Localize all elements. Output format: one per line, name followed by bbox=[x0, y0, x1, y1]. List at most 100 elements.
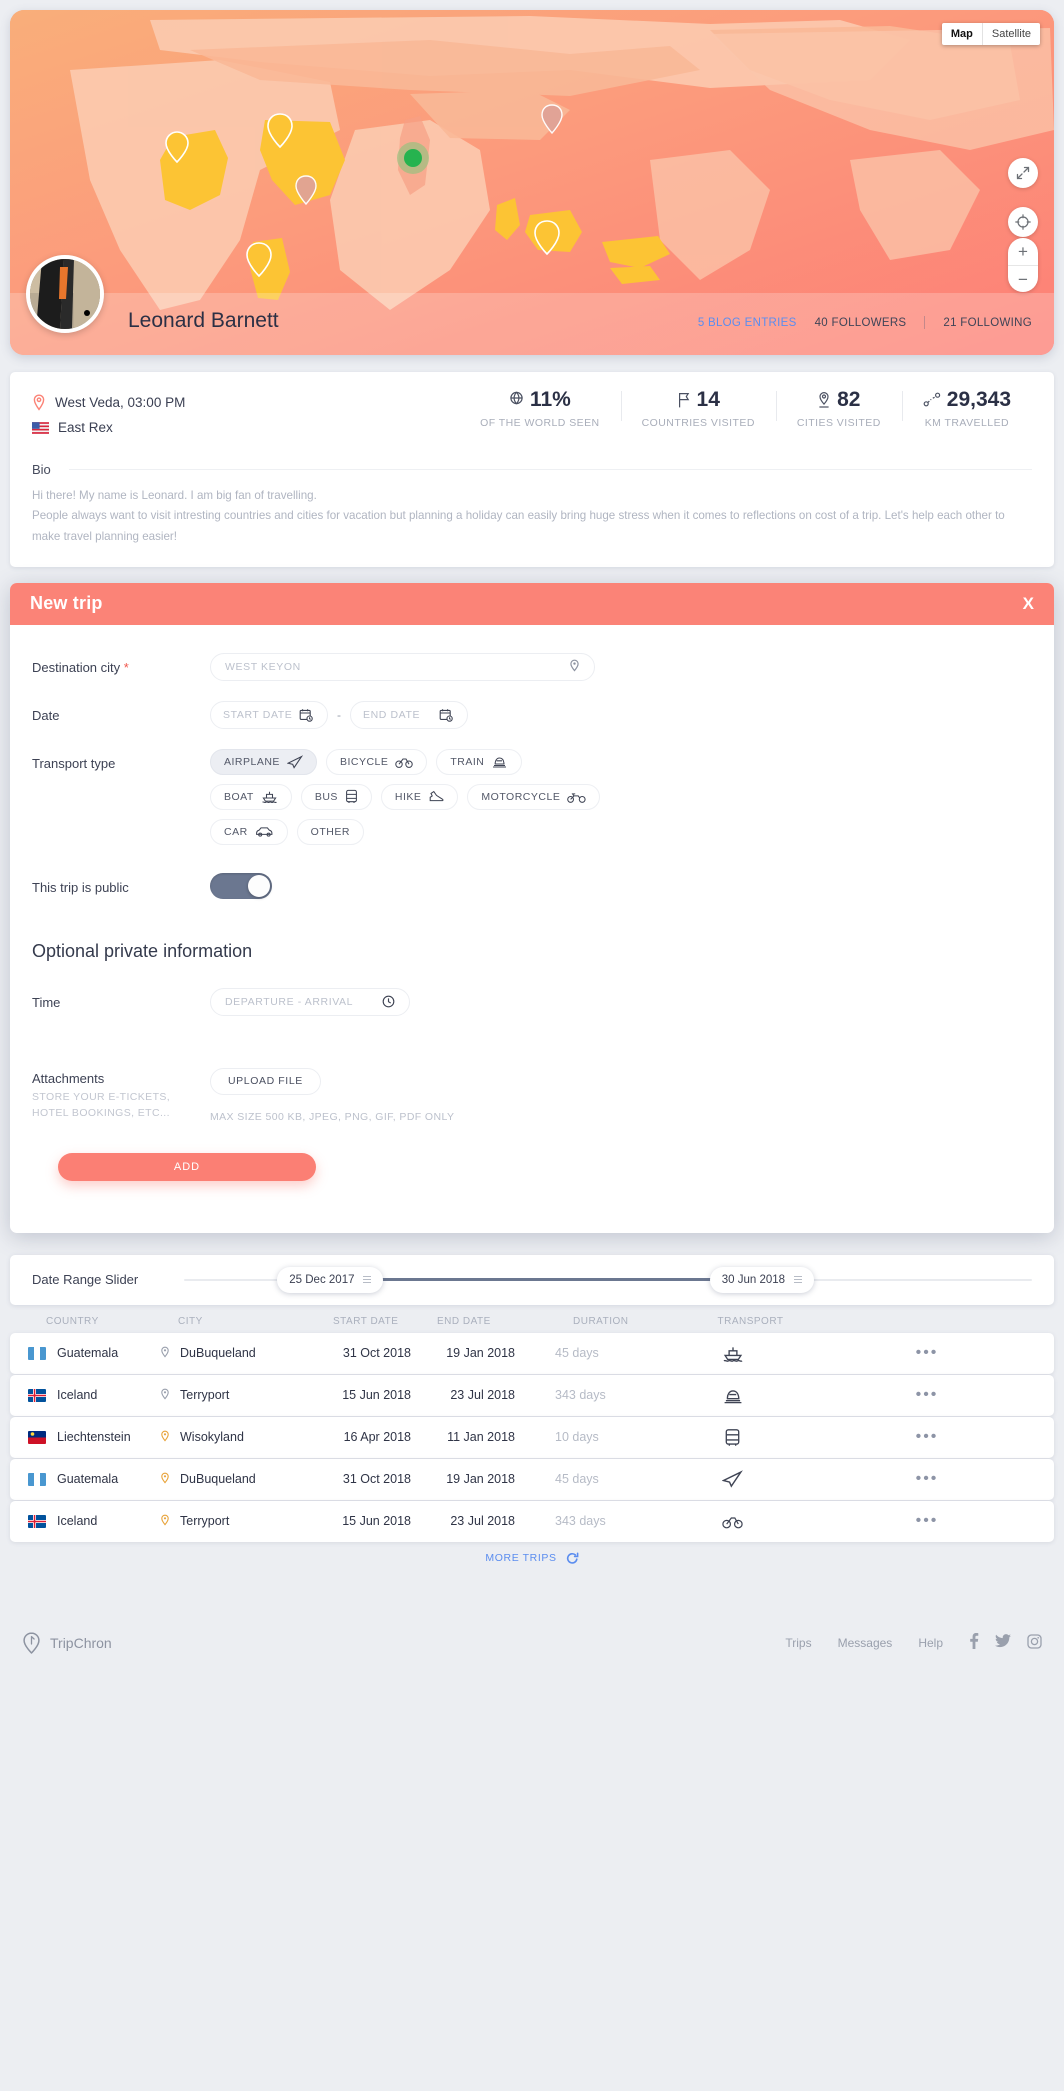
city-pin-icon bbox=[161, 1430, 169, 1442]
attachments-label: Attachments bbox=[32, 1070, 105, 1086]
end-date-input[interactable]: END DATE bbox=[350, 700, 468, 729]
chip-label: BICYCLE bbox=[339, 755, 389, 768]
cell-country: Guatemala bbox=[10, 1472, 160, 1486]
cell-start-date: 31 Oct 2018 bbox=[342, 1346, 411, 1361]
add-button[interactable]: ADD bbox=[58, 1152, 316, 1181]
cell-duration: 343 days bbox=[555, 1514, 606, 1529]
transport-chip-bicycle[interactable]: BICYCLE bbox=[325, 748, 428, 775]
start-date-input[interactable]: START DATE bbox=[210, 700, 328, 729]
twitter-icon[interactable] bbox=[995, 1634, 1011, 1651]
map-pin-logo-icon bbox=[23, 1632, 40, 1654]
brand[interactable]: TripChron bbox=[22, 1632, 112, 1654]
map-zoom-controls[interactable]: + − bbox=[1008, 238, 1038, 292]
column-city: CITY bbox=[178, 1315, 203, 1327]
cell-duration: 10 days bbox=[555, 1430, 599, 1445]
slider-handle-end[interactable]: 30 Jun 2018 bbox=[709, 1266, 815, 1293]
transport-chip-car[interactable]: CAR bbox=[210, 818, 288, 845]
avatar[interactable] bbox=[26, 255, 104, 333]
stat-label: OF THE WORLD SEEN bbox=[480, 417, 600, 430]
footer-link-help[interactable]: Help bbox=[918, 1636, 943, 1650]
time-label: Time bbox=[32, 994, 61, 1010]
followers-link[interactable]: 40 FOLLOWERS bbox=[815, 317, 907, 329]
table-row[interactable]: Liechtenstein Wisokyland 16 Apr 2018 11 … bbox=[10, 1416, 1054, 1458]
table-row[interactable]: Iceland Terryport 15 Jun 2018 23 Jul 201… bbox=[10, 1500, 1054, 1542]
upload-file-button[interactable]: UPLOAD FILE bbox=[210, 1067, 321, 1095]
cell-start-date: 15 Jun 2018 bbox=[342, 1388, 411, 1403]
location-block: West Veda, 03:00 PM East Rex bbox=[32, 388, 362, 444]
facebook-icon[interactable] bbox=[969, 1633, 979, 1652]
stat-label: COUNTRIES VISITED bbox=[641, 417, 755, 430]
cell-city: DuBuqueland bbox=[160, 1472, 315, 1486]
map-locate-icon[interactable] bbox=[1008, 207, 1038, 237]
grip-icon bbox=[794, 1276, 803, 1284]
transport-chip-hike[interactable]: HIKE bbox=[380, 783, 459, 810]
row-more-button[interactable]: ••• bbox=[800, 1386, 1054, 1404]
cell-end-date: 23 Jul 2018 bbox=[450, 1388, 515, 1403]
transport-chip-other[interactable]: OTHER bbox=[296, 818, 364, 845]
public-toggle-row: This trip is public bbox=[32, 872, 1032, 899]
optional-section-title: Optional private information bbox=[32, 940, 253, 961]
location-pin-icon bbox=[33, 394, 45, 411]
map-expand-icon[interactable] bbox=[1008, 158, 1038, 188]
flag-icon bbox=[678, 393, 689, 408]
blog-entries-link[interactable]: 5 BLOG ENTRIES bbox=[698, 317, 797, 329]
flag-iceland-icon bbox=[28, 1514, 46, 1528]
map-zoom-out-button[interactable]: − bbox=[1008, 265, 1038, 292]
row-more-button[interactable]: ••• bbox=[800, 1512, 1054, 1530]
new-trip-modal: New trip X Destination city * WEST KEYON bbox=[10, 582, 1054, 1233]
flag-liechtenstein-icon bbox=[28, 1430, 46, 1444]
time-row: Time DEPARTURE - ARRIVAL bbox=[32, 987, 1032, 1016]
transport-chip-bus[interactable]: BUS bbox=[300, 783, 372, 810]
time-input[interactable]: DEPARTURE - ARRIVAL bbox=[210, 987, 410, 1016]
start-date-placeholder: START DATE bbox=[223, 708, 293, 721]
footer-link-messages[interactable]: Messages bbox=[838, 1636, 893, 1650]
chip-label: TRAIN bbox=[450, 755, 485, 768]
destination-pin-icon[interactable] bbox=[569, 659, 580, 674]
table-row[interactable]: Iceland Terryport 15 Jun 2018 23 Jul 201… bbox=[10, 1374, 1054, 1416]
following-link[interactable]: 21 FOLLOWING bbox=[943, 317, 1032, 329]
transport-chip-airplane[interactable]: AIRPLANE bbox=[210, 748, 317, 775]
table-row[interactable]: Guatemala DuBuqueland 31 Oct 2018 19 Jan… bbox=[10, 1458, 1054, 1500]
country-name: Guatemala bbox=[57, 1472, 119, 1487]
transport-chip-boat[interactable]: BOAT bbox=[210, 783, 292, 810]
public-toggle-label: This trip is public bbox=[32, 879, 129, 895]
map-zoom-in-button[interactable]: + bbox=[1008, 238, 1038, 265]
cell-city: DuBuqueland bbox=[160, 1346, 315, 1360]
transport-chip-motorcycle[interactable]: MOTORCYCLE bbox=[467, 783, 601, 810]
cell-city: Terryport bbox=[160, 1514, 315, 1528]
calendar-icon[interactable] bbox=[439, 708, 453, 722]
table-row[interactable]: Guatemala DuBuqueland 31 Oct 2018 19 Jan… bbox=[10, 1332, 1054, 1374]
destination-input[interactable]: WEST KEYON bbox=[210, 652, 595, 681]
row-more-button[interactable]: ••• bbox=[800, 1428, 1054, 1446]
cell-start-date: 15 Jun 2018 bbox=[342, 1514, 411, 1529]
country-name: Liechtenstein bbox=[57, 1430, 131, 1445]
stat-value: 29,343 bbox=[946, 388, 1011, 411]
slider-track[interactable]: 25 Dec 2017 30 Jun 2018 bbox=[184, 1265, 1032, 1295]
map-type-satellite[interactable]: Satellite bbox=[981, 23, 1040, 45]
slider-handle-start[interactable]: 25 Dec 2017 bbox=[277, 1266, 384, 1293]
public-toggle[interactable] bbox=[210, 872, 272, 899]
train-icon bbox=[724, 1390, 741, 1404]
country-row: East Rex bbox=[32, 420, 362, 435]
calendar-icon[interactable] bbox=[299, 708, 313, 722]
transport-chip-train[interactable]: TRAIN bbox=[436, 748, 523, 775]
cell-city: Terryport bbox=[160, 1388, 315, 1402]
page-title: Leonard Barnett bbox=[128, 309, 279, 332]
country-name: Iceland bbox=[57, 1388, 98, 1403]
country-name: Iceland bbox=[57, 1514, 98, 1529]
footer-link-trips[interactable]: Trips bbox=[785, 1636, 811, 1650]
clock-icon[interactable] bbox=[382, 995, 395, 1008]
cell-duration: 343 days bbox=[555, 1388, 606, 1403]
more-trips-button[interactable]: MORE TRIPS bbox=[10, 1552, 1054, 1573]
cell-end-date: 23 Jul 2018 bbox=[450, 1514, 515, 1529]
bus-icon bbox=[725, 1428, 740, 1446]
row-more-button[interactable]: ••• bbox=[800, 1344, 1054, 1362]
map-header-card[interactable]: Map Satellite + − Leonard Barnett 5 BLOG… bbox=[10, 10, 1054, 355]
map-type-map[interactable]: Map bbox=[942, 23, 982, 45]
map-type-toggle[interactable]: Map Satellite bbox=[941, 23, 1040, 45]
row-more-button[interactable]: ••• bbox=[800, 1470, 1054, 1488]
cell-transport bbox=[665, 1387, 800, 1404]
stat-value: 11% bbox=[529, 388, 571, 411]
close-icon[interactable]: X bbox=[1023, 594, 1034, 614]
instagram-icon[interactable] bbox=[1027, 1634, 1042, 1652]
